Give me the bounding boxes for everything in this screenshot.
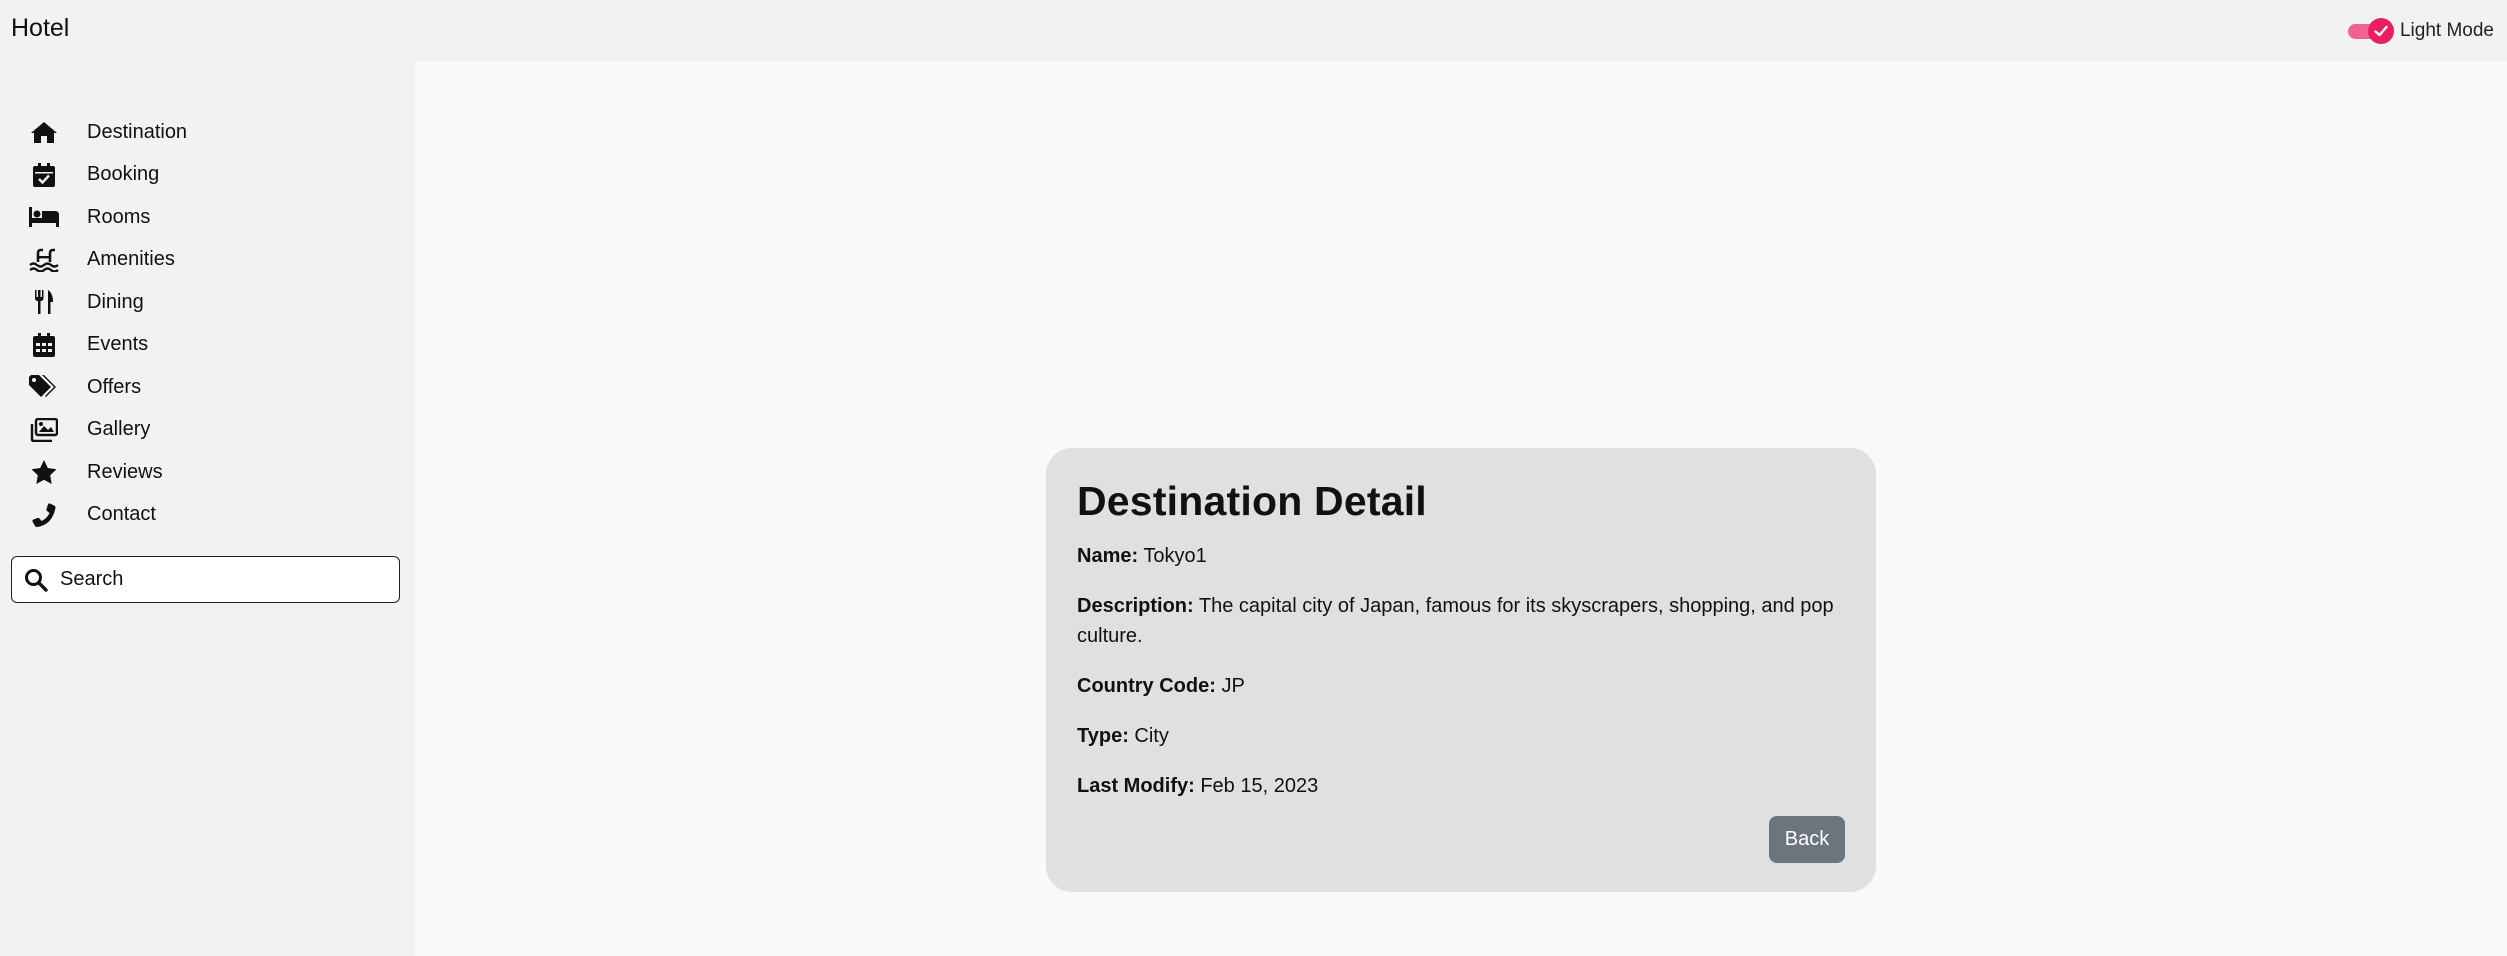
field-label: Name: xyxy=(1077,545,1139,567)
sidebar-nav: Destination Booking Rooms Amenities Dini xyxy=(0,111,415,536)
sidebar-item-label: Reviews xyxy=(87,460,163,483)
sidebar-item-label: Dining xyxy=(87,290,144,313)
sidebar-item-booking[interactable]: Booking xyxy=(0,154,415,197)
field-label: Country Code: xyxy=(1077,675,1216,697)
tags-icon xyxy=(29,372,59,402)
detail-field-type: Type: City xyxy=(1077,721,1845,751)
star-icon xyxy=(29,457,59,487)
calendar-check-icon xyxy=(29,160,59,190)
detail-field-last-modify: Last Modify: Feb 15, 2023 xyxy=(1077,771,1845,801)
phone-icon xyxy=(29,500,59,530)
sidebar-item-destination[interactable]: Destination xyxy=(0,111,415,154)
sidebar-item-contact[interactable]: Contact xyxy=(0,494,415,537)
detail-field-country-code: Country Code: JP xyxy=(1077,671,1845,701)
sidebar-item-events[interactable]: Events xyxy=(0,324,415,367)
field-value: Feb 15, 2023 xyxy=(1200,775,1319,797)
field-value: JP xyxy=(1221,675,1245,697)
field-label: Last Modify: xyxy=(1077,775,1195,797)
theme-toggle[interactable]: Light Mode xyxy=(2347,16,2494,46)
switch-knob xyxy=(2367,18,2394,44)
bed-icon xyxy=(29,202,59,232)
sidebar-item-label: Booking xyxy=(87,163,160,186)
sidebar-item-offers[interactable]: Offers xyxy=(0,366,415,409)
sidebar-item-rooms[interactable]: Rooms xyxy=(0,196,415,239)
sidebar-item-label: Rooms xyxy=(87,205,151,228)
detail-field-description: Description: The capital city of Japan, … xyxy=(1077,591,1845,651)
detail-title: Destination Detail xyxy=(1077,478,1427,524)
theme-toggle-label: Light Mode xyxy=(2399,20,2494,41)
home-icon xyxy=(29,117,59,147)
sidebar-item-amenities[interactable]: Amenities xyxy=(0,239,415,282)
sidebar-item-reviews[interactable]: Reviews xyxy=(0,451,415,494)
sidebar-item-label: Contact xyxy=(87,503,156,526)
images-icon xyxy=(29,415,59,445)
utensils-icon xyxy=(29,287,59,317)
app-title: Hotel xyxy=(11,14,70,42)
search-icon xyxy=(25,568,48,592)
theme-switch[interactable] xyxy=(2347,16,2394,46)
search-input[interactable] xyxy=(60,568,380,591)
sidebar-item-gallery[interactable]: Gallery xyxy=(0,409,415,452)
back-button[interactable]: Back xyxy=(1769,816,1845,863)
calendar-icon xyxy=(29,330,59,360)
top-bar: Hotel Light Mode xyxy=(0,0,2507,61)
destination-detail-card: Destination Detail Name: Tokyo1 Descript… xyxy=(1046,448,1876,892)
search-box[interactable] xyxy=(11,556,400,603)
sidebar-item-dining[interactable]: Dining xyxy=(0,281,415,324)
sidebar: Destination Booking Rooms Amenities Dini xyxy=(0,61,415,956)
sidebar-item-label: Destination xyxy=(87,120,188,143)
sidebar-item-label: Offers xyxy=(87,375,142,398)
field-label: Type: xyxy=(1077,725,1129,747)
field-value: City xyxy=(1134,725,1169,747)
pool-icon xyxy=(29,245,59,275)
sidebar-item-label: Events xyxy=(87,333,149,356)
field-label: Description: xyxy=(1077,595,1194,617)
sidebar-item-label: Amenities xyxy=(87,248,175,271)
sidebar-item-label: Gallery xyxy=(87,418,151,441)
detail-field-name: Name: Tokyo1 xyxy=(1077,541,1845,571)
field-value: Tokyo1 xyxy=(1143,545,1207,567)
check-icon xyxy=(2374,25,2388,37)
